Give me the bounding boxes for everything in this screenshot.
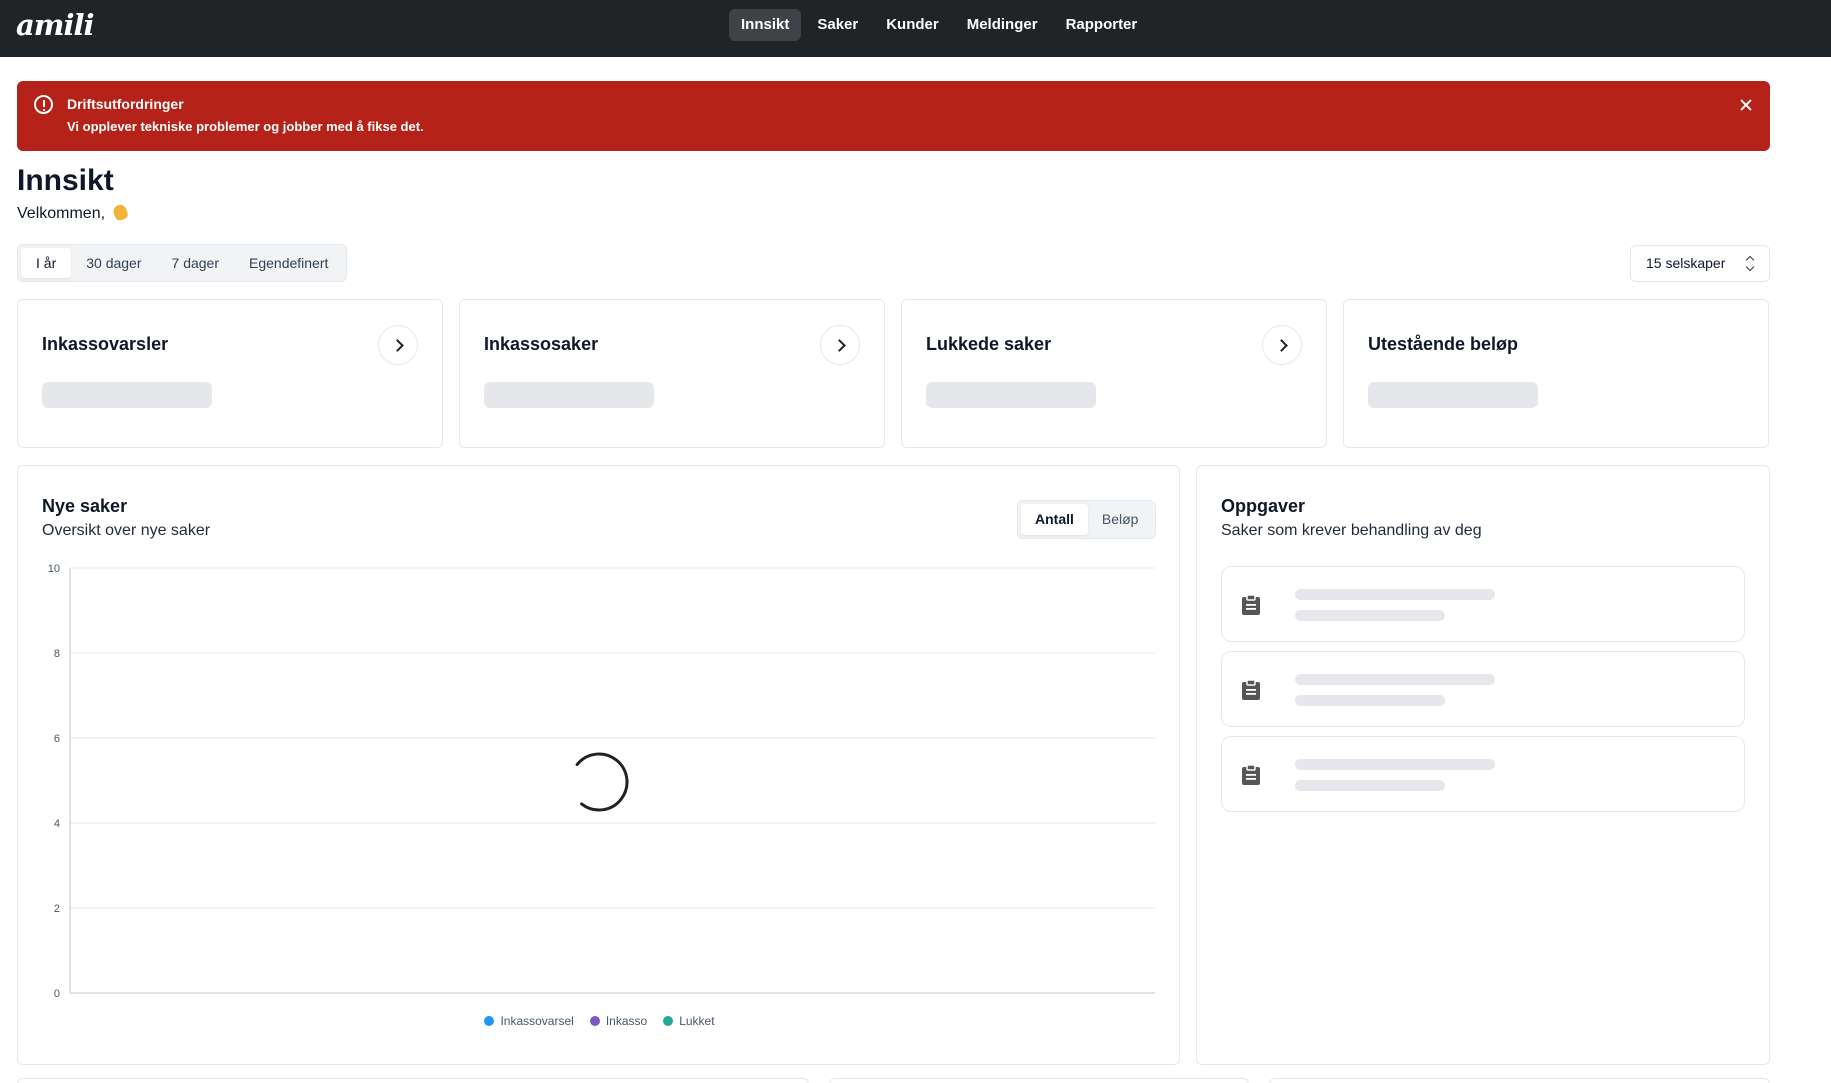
stat-card-inkassosaker: Inkassosaker <box>459 299 885 448</box>
operations-alert-banner: Driftsutfordringer Vi opplever tekniske … <box>17 81 1770 151</box>
main-nav: Innsikt Saker Kunder Meldinger Rapporter <box>729 9 1149 41</box>
task-subtitle-skeleton <box>1295 610 1445 621</box>
nav-item-meldinger[interactable]: Meldinger <box>955 9 1050 41</box>
task-subtitle-skeleton <box>1295 695 1445 706</box>
chevron-right-icon[interactable] <box>820 325 860 365</box>
company-select-value: 15 selskaper <box>1646 255 1726 271</box>
stat-value-skeleton <box>42 382 212 408</box>
welcome-label: Velkommen, <box>17 205 106 222</box>
y-tick-label: 4 <box>54 818 60 830</box>
y-tick-label: 8 <box>54 648 60 660</box>
new-cases-chart: 0 2 4 6 8 10 <box>48 563 1155 1000</box>
clipboard-icon <box>1242 594 1260 615</box>
nav-item-innsikt[interactable]: Innsikt <box>729 9 802 41</box>
y-tick-label: 6 <box>54 733 60 745</box>
nav-item-saker[interactable]: Saker <box>805 9 870 41</box>
task-title-skeleton <box>1295 759 1495 770</box>
page-title: Innsikt <box>17 164 114 197</box>
task-subtitle-skeleton <box>1295 780 1445 791</box>
amili-logo[interactable]: amili <box>16 8 95 42</box>
tab-30-days[interactable]: 30 dager <box>71 248 156 278</box>
legend-label: Inkasso <box>605 1014 648 1028</box>
stat-card-title: Lukkede saker <box>926 334 1052 354</box>
y-tick-label: 10 <box>48 563 60 575</box>
close-icon[interactable] <box>1736 95 1756 115</box>
stat-value-skeleton <box>484 382 654 408</box>
legend-dot-icon <box>589 1016 600 1026</box>
chevron-right-icon[interactable] <box>378 325 418 365</box>
bottom-card-edge <box>1269 1078 1770 1083</box>
legend-item[interactable]: Lukket <box>663 1014 715 1028</box>
waving-hand-icon <box>111 203 129 222</box>
task-title-skeleton <box>1295 589 1495 600</box>
stat-card-title: Inkassosaker <box>484 334 599 354</box>
task-item[interactable] <box>1221 651 1745 727</box>
tasks-card: Oppgaver Saker som krever behandling av … <box>1196 465 1770 1065</box>
loading-spinner-icon <box>575 752 629 812</box>
clipboard-icon <box>1242 764 1260 785</box>
chart-legend: Inkassovarsel Inkasso Lukket <box>18 1014 1181 1028</box>
new-cases-chart-card: Nye saker Oversikt over nye saker Antall… <box>17 465 1180 1065</box>
legend-label: Inkassovarsel <box>500 1014 574 1028</box>
stat-card-title: Inkassovarsler <box>42 334 169 354</box>
chevron-up-down-icon <box>1745 255 1755 272</box>
legend-item[interactable]: Inkasso <box>589 1014 648 1028</box>
stat-card-title: Utestående beløp <box>1368 334 1519 354</box>
tab-custom[interactable]: Egendefinert <box>234 248 343 278</box>
nav-item-rapporter[interactable]: Rapporter <box>1054 9 1150 41</box>
task-title-skeleton <box>1295 674 1495 685</box>
stat-card-utestaende-belop: Utestående beløp <box>1343 299 1769 448</box>
tasks-card-subtitle: Saker som krever behandling av deg <box>1221 522 1482 539</box>
clipboard-icon <box>1242 679 1260 700</box>
tasks-card-title: Oppgaver <box>1221 496 1306 516</box>
tab-7-days[interactable]: 7 dager <box>157 248 234 278</box>
task-item[interactable] <box>1221 736 1745 812</box>
alert-circle-icon <box>34 95 53 114</box>
welcome-text: Velkommen, <box>17 203 129 223</box>
y-tick-label: 0 <box>54 988 60 1000</box>
legend-item[interactable]: Inkassovarsel <box>484 1014 574 1028</box>
stat-card-lukkede-saker: Lukkede saker <box>901 299 1327 448</box>
alert-message: Vi opplever tekniske problemer og jobber… <box>67 119 424 134</box>
y-tick-label: 2 <box>54 903 60 915</box>
legend-dot-icon <box>484 1016 495 1026</box>
chevron-right-icon[interactable] <box>1262 325 1302 365</box>
company-select[interactable]: 15 selskaper <box>1630 245 1770 282</box>
stat-card-inkassovarsler: Inkassovarsler <box>17 299 443 448</box>
bottom-card-edge <box>17 1078 809 1083</box>
task-item[interactable] <box>1221 566 1745 642</box>
stat-value-skeleton <box>926 382 1096 408</box>
nav-item-kunder[interactable]: Kunder <box>874 9 951 41</box>
bottom-card-edge <box>829 1078 1249 1083</box>
stat-value-skeleton <box>1368 382 1538 408</box>
tab-this-year[interactable]: I år <box>21 248 72 278</box>
period-tabs: I år 30 dager 7 dager Egendefinert <box>17 244 348 282</box>
legend-dot-icon <box>663 1016 674 1026</box>
alert-title: Driftsutfordringer <box>67 96 184 112</box>
top-navigation-bar: amili Innsikt Saker Kunder Meldinger Rap… <box>0 0 1831 57</box>
legend-label: Lukket <box>679 1014 715 1028</box>
